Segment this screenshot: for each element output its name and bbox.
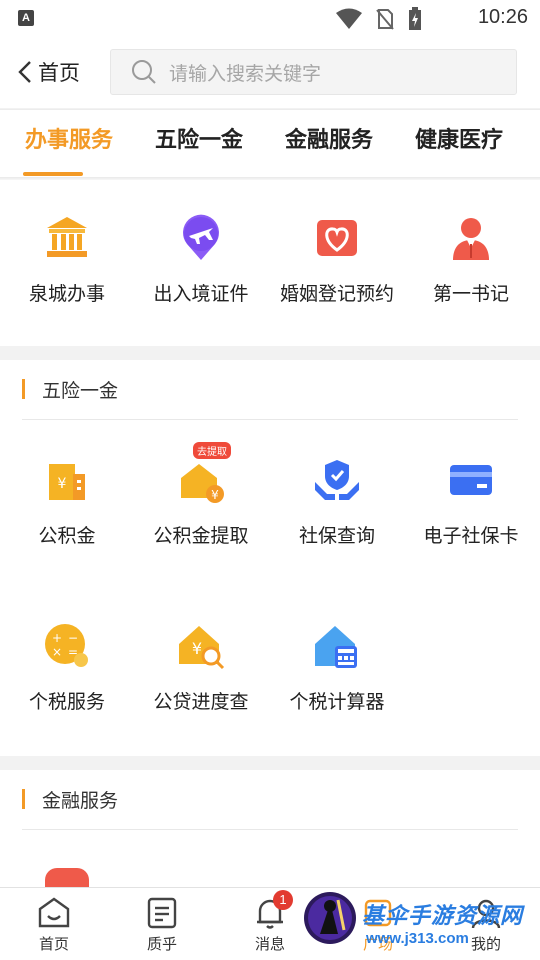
- nav-messages-label: 消息: [254, 935, 285, 953]
- app-notification-icon: A: [18, 10, 34, 26]
- watermark-url: www.j313.com: [366, 930, 469, 947]
- tab-finance[interactable]: 金融服务: [272, 110, 386, 176]
- service-label: 泉城办事: [28, 283, 105, 305]
- fund-withdraw-item[interactable]: ¥ 去提取 公积金提取: [134, 442, 268, 548]
- watermark-logo: [304, 892, 356, 944]
- section-accent-bar: [22, 379, 25, 399]
- service-label: 出入境证件: [153, 283, 249, 305]
- tab-five-insurance[interactable]: 五险一金: [142, 110, 256, 176]
- search-placeholder: 请输入搜索关键字: [169, 62, 322, 85]
- nav-home-label: 首页: [38, 935, 69, 953]
- svg-text:×: ×: [52, 645, 62, 659]
- bank-building-icon: [43, 214, 91, 262]
- tax-service-item[interactable]: + − × = 个税服务: [0, 622, 134, 714]
- service-quancheng[interactable]: 泉城办事: [0, 214, 134, 306]
- nav-zhihu-label: 质乎: [146, 935, 177, 953]
- service-label: 第一书记: [432, 283, 509, 305]
- finance-item-icon[interactable]: [45, 868, 89, 888]
- services-section: 泉城办事 出入境证件 婚姻登记预约 第一书记: [0, 180, 540, 346]
- withdraw-badge: 去提取: [193, 442, 231, 459]
- svg-text:−: −: [68, 631, 78, 645]
- tab-health[interactable]: 健康医疗: [402, 110, 516, 176]
- housing-fund-building-icon: ¥: [43, 456, 91, 504]
- heart-certificate-icon: [313, 214, 361, 262]
- watermark: 基伞手游资源网 www.j313.com: [300, 886, 540, 956]
- status-bar: A 10:26: [0, 0, 540, 36]
- section-header: 五险一金: [22, 360, 518, 420]
- document-icon: [145, 896, 179, 930]
- clock: 10:26: [477, 6, 528, 28]
- fund-withdraw-label: 公积金提取: [153, 525, 249, 547]
- fund-label: 公积金: [38, 525, 96, 547]
- social-card-label: 电子社保卡: [423, 525, 519, 547]
- chevron-left-icon: [18, 61, 31, 83]
- unread-badge: 1: [273, 890, 293, 910]
- nav-messages[interactable]: 1 消息: [235, 890, 305, 954]
- svg-text:¥: ¥: [192, 639, 202, 658]
- tax-calculator-label: 个税计算器: [289, 691, 385, 713]
- search-input[interactable]: 请输入搜索关键字: [110, 49, 517, 95]
- service-first-secretary[interactable]: 第一书记: [404, 214, 538, 306]
- svg-text:¥: ¥: [58, 476, 67, 492]
- finance-section: 金融服务: [0, 770, 540, 888]
- loan-progress-item[interactable]: ¥ 公贷进度查: [134, 622, 268, 714]
- house-calculator-icon: [313, 622, 361, 670]
- social-security-query-item[interactable]: 社保查询: [270, 456, 404, 548]
- service-exit-entry[interactable]: 出入境证件: [134, 214, 268, 306]
- tab-affairs-service[interactable]: 办事服务: [12, 110, 126, 176]
- tax-service-label: 个税服务: [28, 691, 105, 713]
- svg-text:¥: ¥: [211, 488, 219, 502]
- fund-withdraw-house-icon: ¥ 去提取: [177, 442, 231, 504]
- svg-text:+: +: [52, 631, 62, 645]
- service-label: 婚姻登记预约: [279, 283, 394, 305]
- bell-icon: 1: [253, 890, 293, 930]
- tax-calculator-coin-icon: + − × =: [43, 622, 91, 670]
- watermark-text: 基伞手游资源网: [362, 904, 524, 929]
- category-tabs: 办事服务 五险一金 金融服务 健康医疗: [0, 109, 540, 177]
- battery-charging-icon: [409, 7, 421, 30]
- social-security-query-label: 社保查询: [298, 525, 375, 547]
- active-tab-indicator: [23, 172, 83, 176]
- tax-calculator-item[interactable]: 个税计算器: [270, 622, 404, 714]
- service-marriage[interactable]: 婚姻登记预约: [270, 214, 404, 306]
- section-title: 金融服务: [42, 790, 119, 812]
- loan-progress-label: 公贷进度查: [153, 691, 249, 713]
- search-icon: [132, 60, 156, 84]
- section-title: 五险一金: [42, 380, 119, 402]
- shield-hands-icon: [313, 456, 361, 504]
- section-header: 金融服务: [22, 770, 518, 830]
- loan-house-search-icon: ¥: [177, 622, 225, 670]
- section-accent-bar: [22, 789, 25, 809]
- social-card-icon: [447, 456, 495, 504]
- social-card-item[interactable]: 电子社保卡: [404, 456, 538, 548]
- back-button[interactable]: 首页: [18, 54, 80, 90]
- airplane-pin-icon: [177, 214, 225, 262]
- no-sim-icon: [376, 9, 394, 30]
- fund-item[interactable]: ¥ 公积金: [0, 456, 134, 548]
- wifi-icon: [336, 8, 362, 29]
- back-label: 首页: [38, 61, 80, 85]
- top-nav-bar: 首页 请输入搜索关键字: [0, 36, 540, 108]
- home-icon: [37, 896, 71, 930]
- five-insurance-section: 五险一金 ¥ 公积金 ¥ 去提取 公积金提取 社保查询 电子社保卡 + − × = 个…: [0, 360, 540, 756]
- official-person-icon: [447, 214, 495, 262]
- nav-zhihu[interactable]: 质乎: [127, 896, 197, 954]
- nav-home[interactable]: 首页: [19, 896, 89, 954]
